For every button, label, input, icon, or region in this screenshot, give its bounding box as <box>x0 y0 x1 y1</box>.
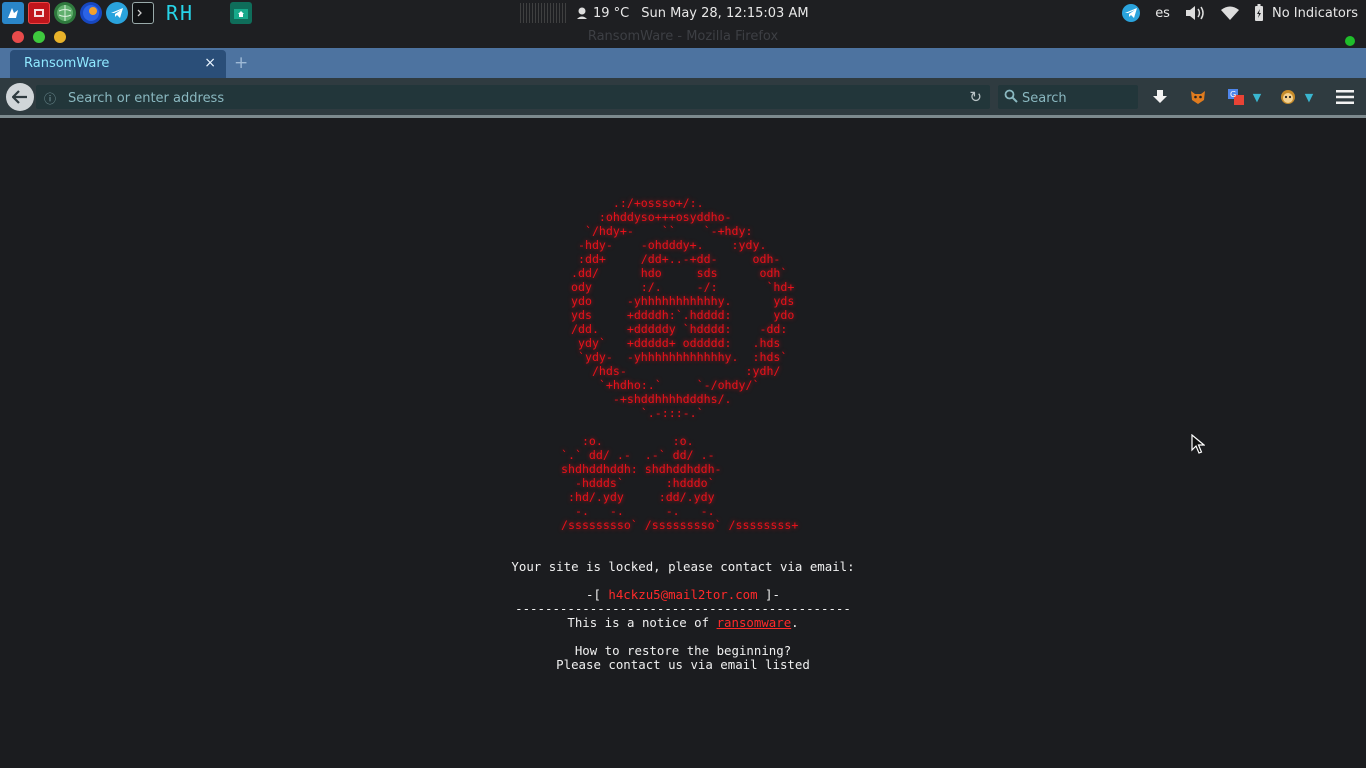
weather-temp[interactable]: 19 °C <box>593 6 629 21</box>
notice-line: This is a notice of ransomware. <box>0 616 1366 630</box>
telegram-tray-icon[interactable] <box>1121 3 1141 23</box>
app-red-icon[interactable] <box>28 2 50 24</box>
globe-icon[interactable] <box>54 2 76 24</box>
tab-close-icon[interactable]: × <box>204 55 216 71</box>
downloads-icon[interactable] <box>1150 86 1170 108</box>
chevron-down-icon[interactable]: ▼ <box>1304 86 1314 108</box>
new-tab-button[interactable]: + <box>234 53 248 73</box>
notice-suffix: . <box>791 615 799 630</box>
browser-icon[interactable] <box>80 2 102 24</box>
terminal-icon[interactable] <box>2 2 24 24</box>
console-icon[interactable] <box>132 2 154 24</box>
address-bar[interactable]: ⓘ ↻ <box>36 85 990 109</box>
system-top-panel: RH 19 °C Sun May 28, 12:15:03 AM es No I… <box>0 0 1366 26</box>
volume-icon[interactable] <box>1184 5 1206 21</box>
locked-message: Your site is locked, please contact via … <box>511 559 855 574</box>
reload-icon[interactable]: ↻ <box>969 88 982 106</box>
tab-ransomware[interactable]: RansomWare × <box>10 50 226 78</box>
clock-area: 19 °C Sun May 28, 12:15:03 AM <box>520 0 810 26</box>
signature-ascii-art: :o. :o. `.` dd/ .- .-` dd/ .- shdhddhddh… <box>561 434 799 532</box>
search-icon <box>1004 89 1018 103</box>
telegram-icon[interactable] <box>106 2 128 24</box>
contact-email[interactable]: h4ckzu5@mail2tor.com <box>608 587 757 602</box>
fox-extension-icon[interactable] <box>1188 86 1208 108</box>
notice-prefix: This is a notice of <box>567 615 717 630</box>
wifi-icon[interactable] <box>1220 5 1240 21</box>
monkey-extension-icon[interactable] <box>1278 86 1298 108</box>
restore-instruction: Please contact us via email listed <box>556 657 810 672</box>
back-arrow-icon <box>12 90 27 104</box>
skull-ascii-art: .:/+ossso+/:. :ohddyso+++osyddho- `/hdy+… <box>571 196 795 420</box>
weather-icon <box>576 6 588 20</box>
clock-datetime[interactable]: Sun May 28, 12:15:03 AM <box>641 6 808 21</box>
address-input[interactable] <box>66 87 950 109</box>
hamburger-menu-icon[interactable] <box>1335 86 1355 108</box>
status-dot <box>1345 36 1355 46</box>
window-title: RansomWare - Mozilla Firefox <box>587 29 779 44</box>
battery-icon[interactable] <box>1254 4 1264 22</box>
tab-title: RansomWare <box>24 56 110 71</box>
svg-text:G: G <box>1230 90 1236 99</box>
navigation-toolbar: ⓘ ↻ G ▼ ▼ <box>0 78 1366 118</box>
info-icon[interactable]: ⓘ <box>44 90 56 107</box>
ransomware-link[interactable]: ransomware <box>717 615 792 630</box>
indicators-label[interactable]: No Indicators <box>1272 6 1358 21</box>
chevron-down-icon[interactable]: ▼ <box>1252 86 1262 108</box>
window-titlebar[interactable]: RansomWare - Mozilla Firefox <box>0 26 1366 48</box>
keyboard-layout[interactable]: es <box>1155 6 1170 21</box>
email-line: -[ h4ckzu5@mail2tor.com ]- <box>0 588 1366 602</box>
back-button[interactable] <box>6 83 34 111</box>
search-box[interactable] <box>998 85 1138 109</box>
restore-question: How to restore the beginning? <box>574 643 792 658</box>
translate-extension-icon[interactable]: G <box>1226 86 1246 108</box>
tab-strip: RansomWare × + <box>0 48 1366 78</box>
divider: ----------------------------------------… <box>515 601 851 616</box>
home-folder-icon[interactable] <box>230 2 252 24</box>
mouse-pointer-icon <box>1191 434 1205 454</box>
tray-area: es No Indicators <box>1121 0 1366 26</box>
email-prefix: -[ <box>586 587 609 602</box>
page-content: .:/+ossso+/:. :ohddyso+++osyddho- `/hdy+… <box>0 118 1366 768</box>
email-suffix: ]- <box>757 587 780 602</box>
rh-logo[interactable]: RH <box>166 1 194 25</box>
search-input[interactable] <box>1020 87 1134 109</box>
